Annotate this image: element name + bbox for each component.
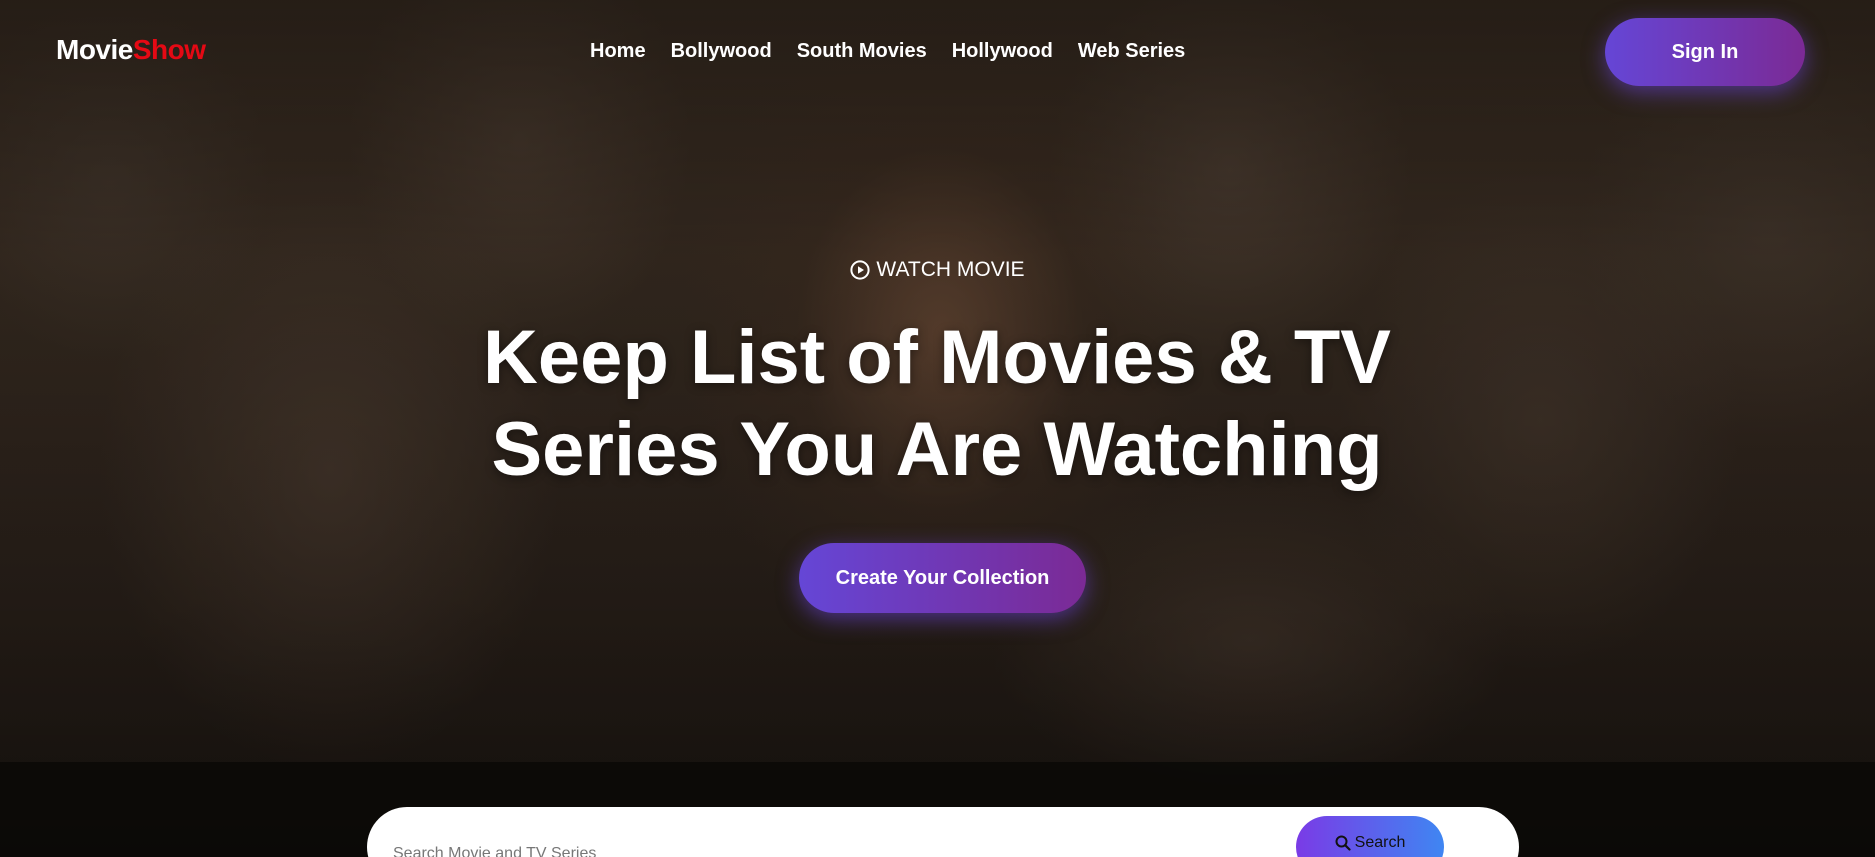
search-button-label: Search — [1354, 834, 1406, 851]
nav-item-bollywood[interactable]: Bollywood — [671, 40, 772, 63]
search-input[interactable] — [391, 835, 1395, 857]
hero-headline: Keep List of Movies & TV Series You Are … — [437, 312, 1437, 496]
logo-text-primary: Movie — [56, 34, 133, 65]
search-button[interactable]: Search — [1296, 816, 1444, 857]
search-icon — [1335, 834, 1351, 851]
hero-headline-line-1: Keep List of Movies & TV — [483, 315, 1391, 400]
nav-item-south-movies[interactable]: South Movies — [797, 40, 927, 63]
logo-text-accent: Show — [132, 34, 206, 65]
hero-headline-line-2: Series You Are Watching — [491, 407, 1383, 492]
watch-movie-label: WATCH MOVIE — [876, 258, 1025, 281]
watch-movie-link[interactable]: WATCH MOVIE — [0, 258, 1875, 282]
search-bar: Search — [367, 807, 1519, 857]
sign-in-button[interactable]: Sign In — [1605, 18, 1805, 86]
page: MovieShow Home Bollywood South Movies Ho… — [0, 0, 1875, 857]
nav-item-hollywood[interactable]: Hollywood — [952, 40, 1053, 63]
main-nav: Home Bollywood South Movies Hollywood We… — [590, 40, 1185, 63]
play-circle-icon — [850, 260, 871, 280]
nav-item-web-series[interactable]: Web Series — [1078, 40, 1185, 63]
nav-item-home[interactable]: Home — [590, 40, 646, 63]
site-logo[interactable]: MovieShow — [56, 34, 206, 66]
create-collection-button[interactable]: Create Your Collection — [799, 543, 1086, 613]
